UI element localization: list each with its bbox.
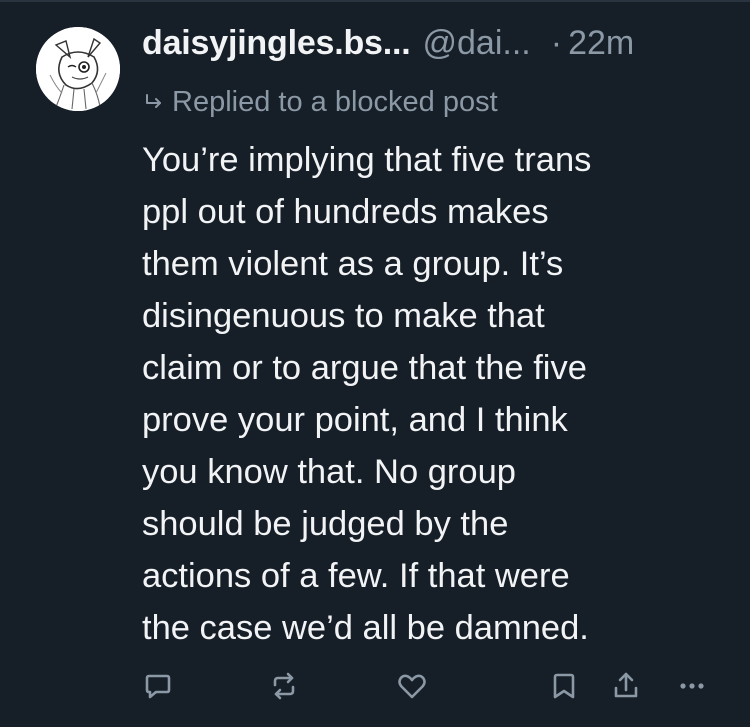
avatar[interactable] xyxy=(36,27,120,111)
separator-dot: · xyxy=(550,24,563,62)
post-body-line: the case we’d all be damned. xyxy=(142,609,589,647)
display-name[interactable]: daisyjingles.bs... xyxy=(142,24,411,63)
post-header: daisyjingles.bs... @dai... · 22m xyxy=(142,24,634,80)
post-body: You’re implying that five trans ppl out … xyxy=(142,134,722,654)
post-body-line: ppl out of hundreds makes xyxy=(142,193,549,231)
like-icon xyxy=(398,674,426,699)
post-timestamp[interactable]: 22m xyxy=(568,24,634,63)
reply-context-label: Replied to a blocked post xyxy=(172,85,498,118)
post-body-line: disingenuous to make that xyxy=(142,297,545,335)
reply-button[interactable] xyxy=(136,664,180,708)
post-body-line: them violent as a group. It’s xyxy=(142,245,564,283)
more-icon xyxy=(680,683,704,689)
avatar-drawing-icon xyxy=(36,27,120,111)
reply-context: Replied to a blocked post xyxy=(142,82,498,122)
post-body-line: actions of a few. If that were xyxy=(142,557,570,595)
reply-arrow-icon xyxy=(146,94,161,108)
share-icon xyxy=(614,672,638,698)
post-body-line: claim or to argue that the five xyxy=(142,349,587,387)
share-button[interactable] xyxy=(604,664,648,708)
bookmark-button[interactable] xyxy=(542,664,586,708)
post-body-line: You’re implying that five trans xyxy=(142,141,592,179)
post-body-line: should be judged by the xyxy=(142,505,509,543)
post-body-line: you know that. No group xyxy=(142,453,516,491)
repost-button[interactable] xyxy=(262,664,306,708)
post-actions xyxy=(0,664,750,708)
more-options-button[interactable] xyxy=(670,664,714,708)
post-card[interactable]: daisyjingles.bs... @dai... · 22m Replied… xyxy=(0,0,750,727)
post-body-line: prove your point, and I think xyxy=(142,401,568,439)
bookmark-icon xyxy=(553,673,575,699)
reply-icon xyxy=(145,674,171,699)
repost-icon xyxy=(273,672,295,700)
like-button[interactable] xyxy=(390,664,434,708)
user-handle[interactable]: @dai... xyxy=(423,24,531,63)
